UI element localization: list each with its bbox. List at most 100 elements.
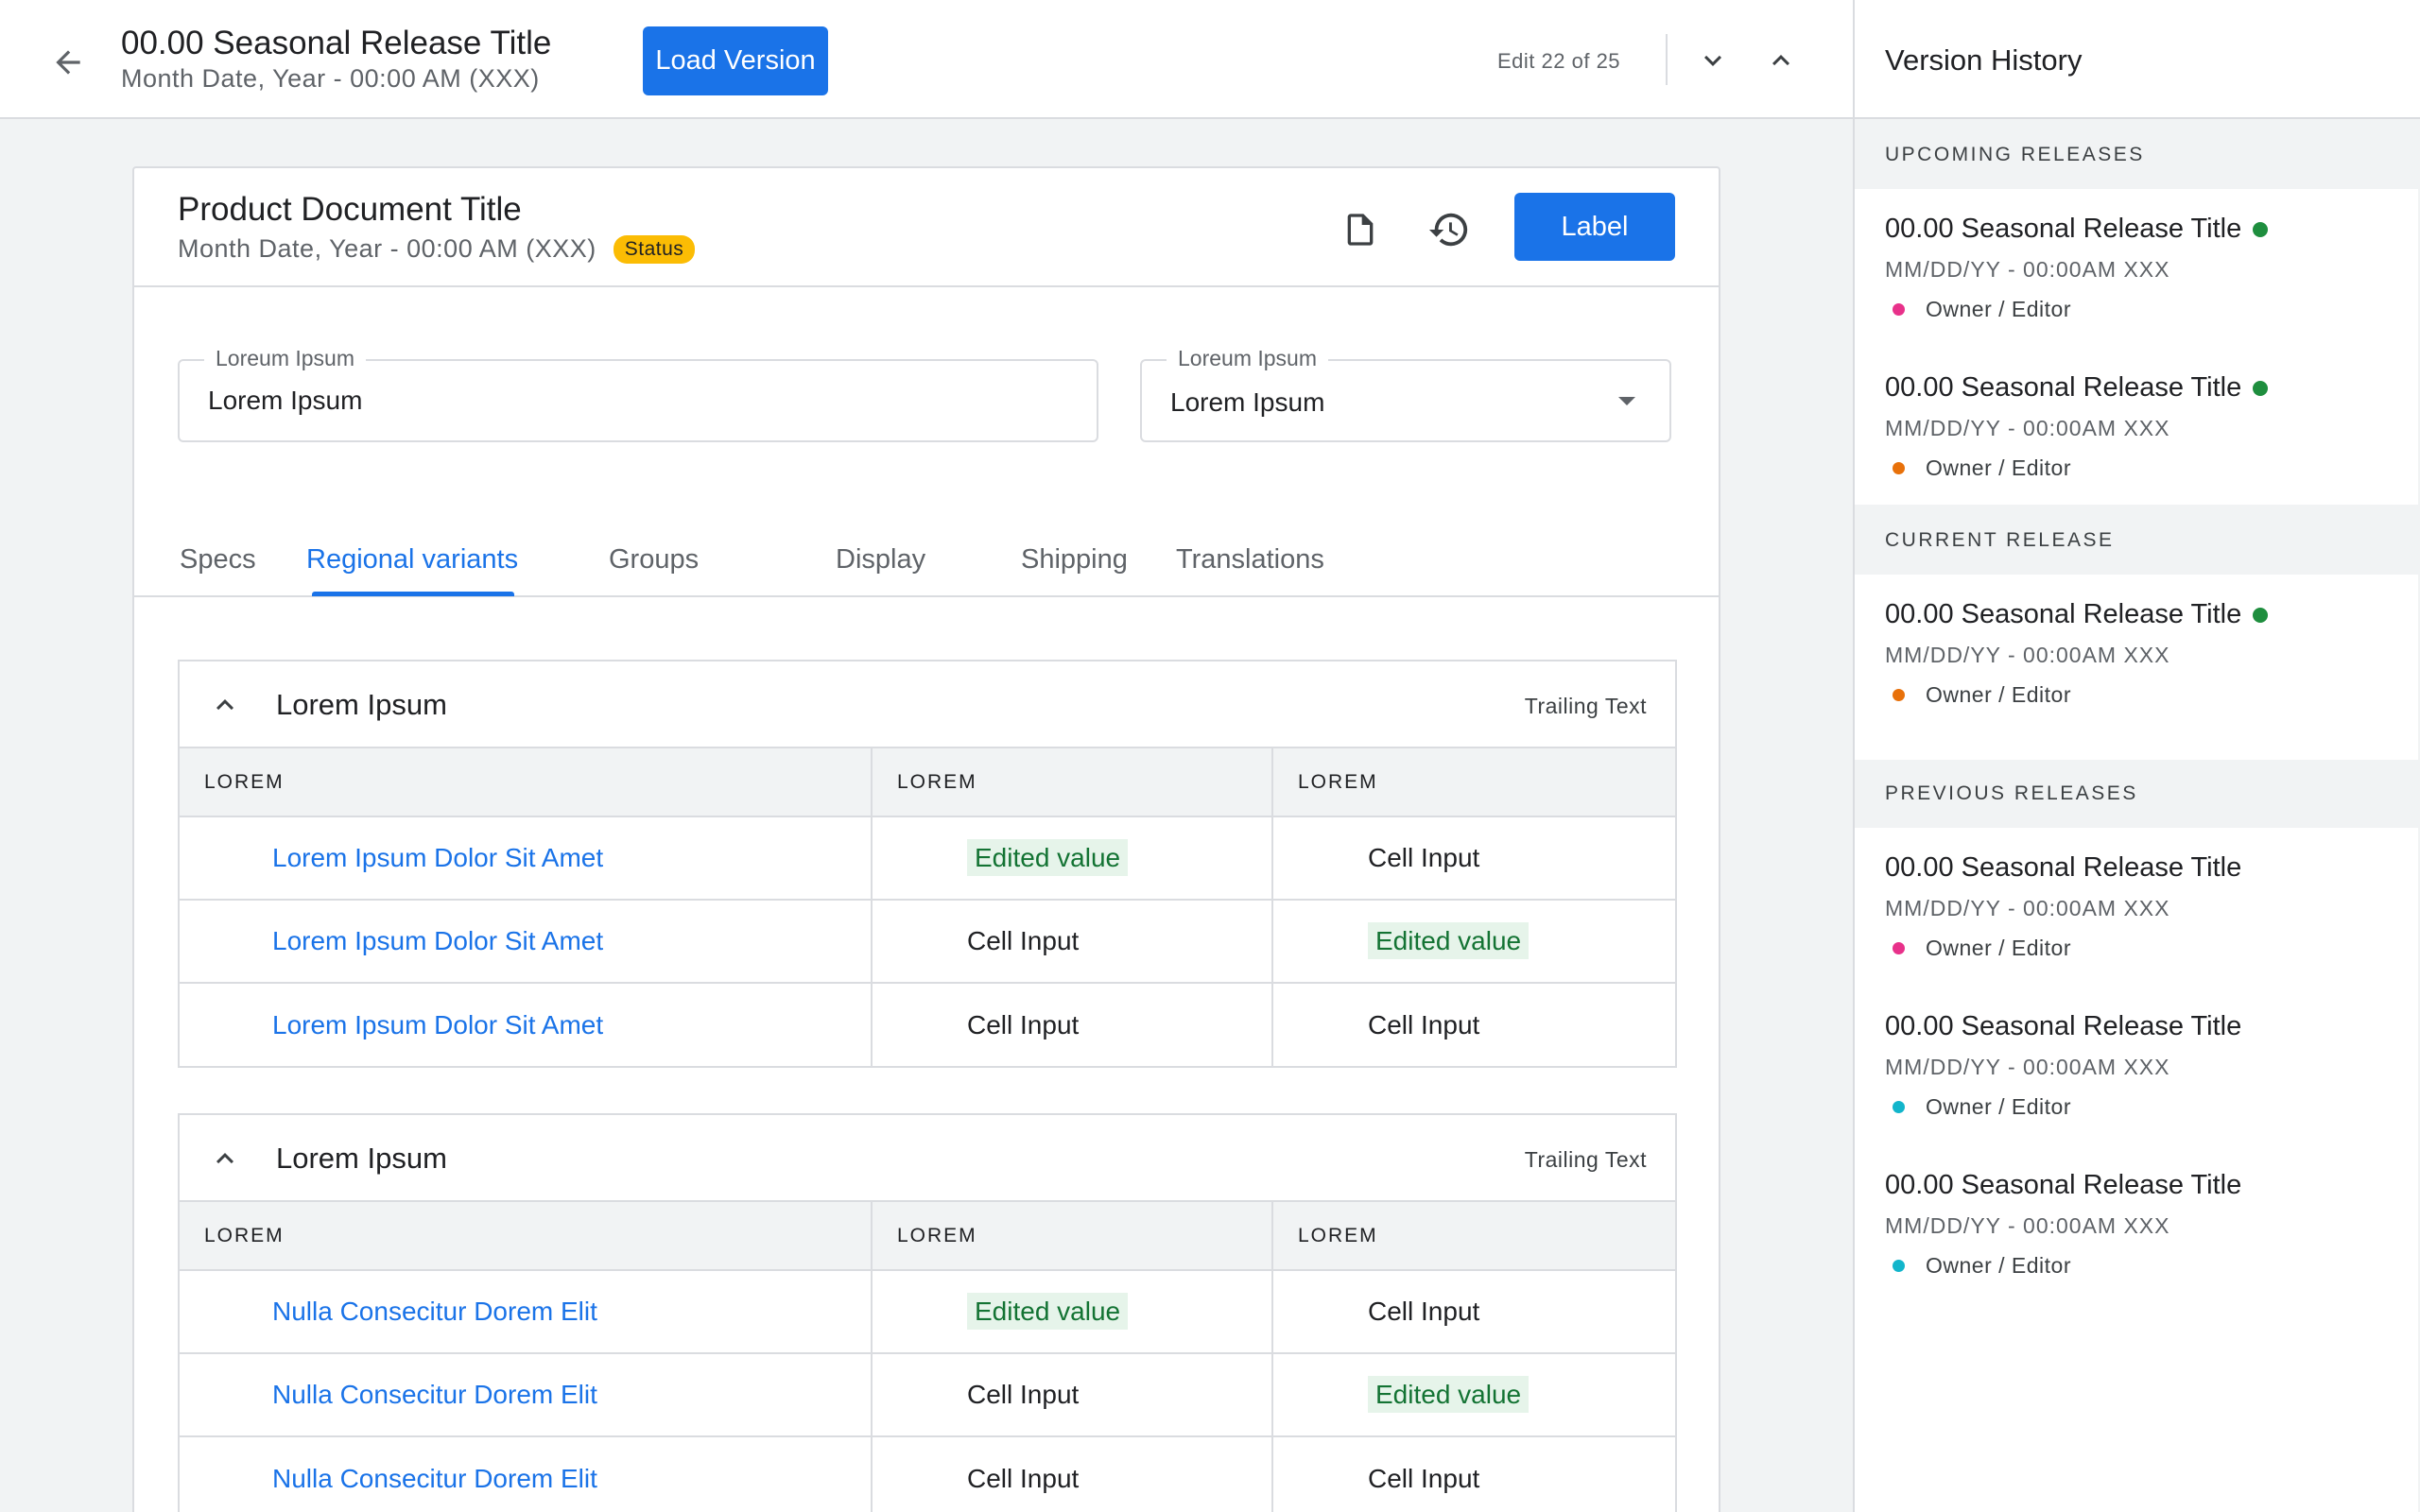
column-header[interactable]: LOREM (180, 1202, 873, 1271)
live-status-dot (2253, 380, 2269, 396)
tab-display[interactable]: Display (836, 544, 925, 576)
group-trailing-text: Trailing Text (1524, 1147, 1647, 1172)
table-cell[interactable]: Edited value (872, 1270, 1273, 1354)
card-header: Product Document Title Month Date, Year … (134, 168, 1719, 287)
table-cell[interactable]: Cell Input (872, 900, 1273, 984)
release-item-owner: Owner / Editor (1885, 682, 2071, 708)
previous-releases-list: 00.00 Seasonal Release Title MM/DD/YY - … (1855, 828, 2418, 1512)
column-header[interactable]: LOREM (1272, 1202, 1675, 1271)
cell-input: Cell Input (967, 1009, 1080, 1040)
edited-value-cell: Edited value (1368, 1376, 1530, 1413)
divider (1666, 34, 1668, 85)
text-field[interactable]: Loreum Ipsum (178, 346, 1098, 442)
select-field-label: Loreum Ipsum (1167, 346, 1329, 371)
chevron-up-icon[interactable] (1758, 38, 1804, 83)
cell-input: Cell Input (967, 1380, 1080, 1409)
edit-counter: Edit 22 of 25 (1497, 49, 1621, 73)
table-row: Nulla Consecitur Dorem Elit Edited value… (180, 1270, 1675, 1354)
table-cell[interactable]: Edited value (1272, 900, 1675, 984)
document-date: Month Date, Year - 00:00 AM (XXX) Status (178, 234, 696, 264)
row-name-link[interactable]: Lorem Ipsum Dolor Sit Amet (180, 983, 873, 1066)
table-row: Lorem Ipsum Dolor Sit Amet Cell Input Ed… (180, 900, 1675, 984)
live-status-dot (2253, 221, 2269, 237)
group-title: Lorem Ipsum (276, 1142, 447, 1175)
table-cell[interactable]: Cell Input (1272, 1270, 1675, 1354)
release-item-title: 00.00 Seasonal Release Title (1885, 1011, 2242, 1041)
history-icon[interactable] (1424, 204, 1475, 255)
release-item[interactable]: 00.00 Seasonal Release Title MM/DD/YY - … (1885, 1011, 2395, 1153)
text-field-label: Loreum Ipsum (204, 346, 367, 371)
column-header[interactable]: LOREM (180, 748, 873, 817)
release-item-title: 00.00 Seasonal Release Title (1885, 372, 2269, 404)
row-name-link[interactable]: Nulla Consecitur Dorem Elit (180, 1436, 873, 1512)
owner-text: Owner / Editor (1926, 455, 2071, 480)
group-header[interactable]: Lorem Ipsum Trailing Text (180, 1115, 1675, 1202)
release-title: 00.00 Seasonal Release Title (121, 25, 552, 61)
group-header[interactable]: Lorem Ipsum Trailing Text (180, 662, 1675, 748)
column-header[interactable]: LOREM (872, 748, 1273, 817)
chevron-up-icon[interactable] (208, 1142, 242, 1176)
table-cell[interactable]: Cell Input (872, 1353, 1273, 1437)
back-arrow-icon[interactable] (42, 38, 95, 87)
owner-color-dot (1893, 303, 1905, 316)
tab-specs[interactable]: Specs (180, 544, 256, 576)
table-cell[interactable]: Cell Input (872, 1436, 1273, 1512)
row-name-link[interactable]: Nulla Consecitur Dorem Elit (180, 1353, 873, 1437)
cell-input: Cell Input (1368, 1463, 1480, 1493)
table-header-row: LOREM LOREM LOREM (180, 748, 1675, 817)
tab-groups[interactable]: Groups (609, 544, 699, 576)
release-item[interactable]: 00.00 Seasonal Release Title MM/DD/YY - … (1885, 599, 2395, 741)
release-date: Month Date, Year - 00:00 AM (XXX) (121, 64, 540, 93)
variant-table: LOREM LOREM LOREM Nulla Consecitur Dorem… (180, 1202, 1675, 1512)
release-item-date: MM/DD/YY - 00:00AM XXX (1885, 643, 2170, 667)
select-field[interactable]: Loreum Ipsum Lorem Ipsum (1140, 346, 1671, 442)
release-item-owner: Owner / Editor (1885, 1094, 2071, 1120)
release-item-title: 00.00 Seasonal Release Title (1885, 214, 2269, 245)
release-title-text: 00.00 Seasonal Release Title (1885, 599, 2242, 629)
owner-text: Owner / Editor (1926, 297, 2071, 321)
chevron-up-icon[interactable] (208, 688, 242, 722)
release-item[interactable]: 00.00 Seasonal Release Title MM/DD/YY - … (1885, 372, 2395, 514)
owner-color-dot (1893, 689, 1905, 701)
owner-text: Owner / Editor (1926, 1094, 2071, 1119)
release-item-owner: Owner / Editor (1885, 936, 2071, 961)
table-cell[interactable]: Cell Input (1272, 1436, 1675, 1512)
release-item-date: MM/DD/YY - 00:00AM XXX (1885, 416, 2170, 440)
table-cell[interactable]: Cell Input (1272, 983, 1675, 1066)
owner-color-dot (1893, 1101, 1905, 1113)
top-bar: 00.00 Seasonal Release Title Month Date,… (0, 0, 1853, 119)
edited-value-cell: Edited value (967, 839, 1129, 876)
release-item-date: MM/DD/YY - 00:00AM XXX (1885, 257, 2170, 282)
table-cell[interactable]: Edited value (872, 816, 1273, 901)
table-row: Nulla Consecitur Dorem Elit Cell Input C… (180, 1436, 1675, 1512)
release-item[interactable]: 00.00 Seasonal Release Title MM/DD/YY - … (1885, 852, 2395, 994)
release-item-owner: Owner / Editor (1885, 297, 2071, 322)
table-cell[interactable]: Cell Input (1272, 816, 1675, 901)
row-name-link[interactable]: Lorem Ipsum Dolor Sit Amet (180, 816, 873, 901)
section-label-upcoming: UPCOMING RELEASES (1885, 144, 2145, 165)
release-item[interactable]: 00.00 Seasonal Release Title MM/DD/YY - … (1885, 1170, 2395, 1312)
status-badge: Status (613, 234, 696, 264)
row-name-link[interactable]: Lorem Ipsum Dolor Sit Amet (180, 900, 873, 984)
table-row: Lorem Ipsum Dolor Sit Amet Edited value … (180, 816, 1675, 901)
release-item-owner: Owner / Editor (1885, 1253, 2071, 1279)
label-button[interactable]: Label (1514, 193, 1675, 261)
release-item-date: MM/DD/YY - 00:00AM XXX (1885, 1055, 2170, 1079)
release-item[interactable]: 00.00 Seasonal Release Title MM/DD/YY - … (1885, 214, 2395, 355)
tab-translations[interactable]: Translations (1176, 544, 1324, 576)
dropdown-arrow-icon[interactable] (1618, 397, 1635, 405)
table-cell[interactable]: Cell Input (872, 983, 1273, 1066)
table-cell[interactable]: Edited value (1272, 1353, 1675, 1437)
tab-regional-variants[interactable]: Regional variants (306, 544, 518, 576)
document-icon[interactable] (1335, 204, 1386, 255)
text-field-input[interactable] (208, 386, 942, 416)
load-version-button[interactable]: Load Version (643, 26, 828, 95)
edited-value-cell: Edited value (1368, 922, 1530, 959)
row-name-link[interactable]: Nulla Consecitur Dorem Elit (180, 1270, 873, 1354)
tab-shipping[interactable]: Shipping (1021, 544, 1128, 576)
variant-group: Lorem Ipsum Trailing Text LOREM LOREM LO… (178, 660, 1677, 1068)
column-header[interactable]: LOREM (1272, 748, 1675, 817)
chevron-down-icon[interactable] (1690, 38, 1736, 83)
column-header[interactable]: LOREM (872, 1202, 1273, 1271)
owner-color-dot (1893, 1260, 1905, 1272)
